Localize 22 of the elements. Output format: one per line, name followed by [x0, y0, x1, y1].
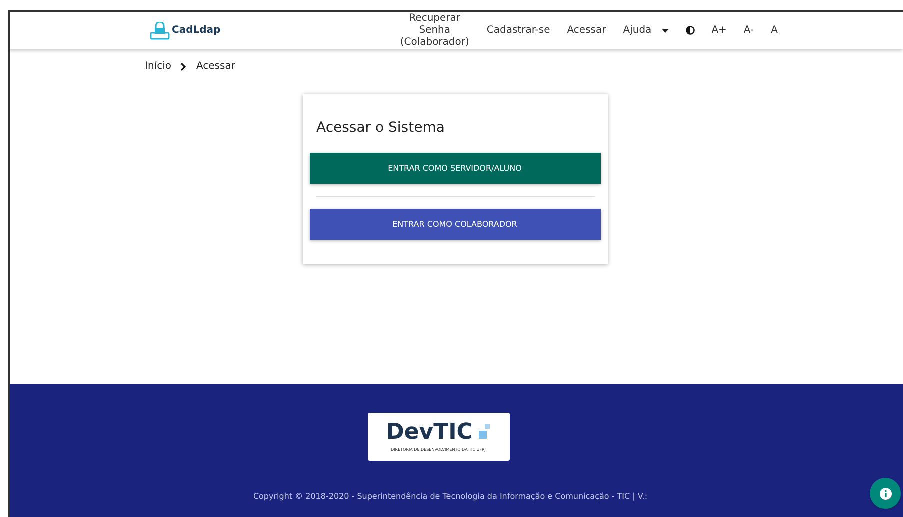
nav-link[interactable]: Acessar	[567, 24, 606, 36]
font-size-button[interactable]: A+	[712, 23, 727, 38]
info-icon	[880, 488, 892, 500]
font-size-button[interactable]: A-	[744, 23, 754, 38]
login-button[interactable]: ENTRAR COMO COLABORADOR	[310, 209, 600, 240]
squares-icon	[476, 424, 491, 442]
font-size-button[interactable]: A	[771, 23, 778, 38]
help-dropdown[interactable]: Ajuda	[623, 23, 669, 38]
nav-link[interactable]: Cadastrar-se	[486, 24, 550, 36]
brand-link[interactable]: CadLdap	[172, 23, 221, 38]
nav-link[interactable]: Recuperar Senha (Colaborador)	[400, 12, 470, 48]
logo-title: DevTIC	[386, 422, 473, 444]
contrast-button[interactable]	[686, 26, 695, 35]
contrast-icon	[686, 26, 695, 35]
lock-icon	[150, 22, 170, 40]
card-title: Acessar o Sistema	[316, 119, 445, 138]
caret-icon	[662, 28, 669, 32]
login-button[interactable]: ENTRAR COMO SERVIDOR/ALUNO	[310, 153, 600, 184]
copyright-text: Copyright © 2018-2020 - Superintendência de Tecnologia da Informação e Comunicação - TIC | V.:	[253, 491, 648, 503]
breadcrumb-link[interactable]: Início	[145, 59, 172, 74]
chevron-icon	[181, 62, 186, 70]
breadcrumb-link[interactable]: Acessar	[196, 59, 236, 74]
